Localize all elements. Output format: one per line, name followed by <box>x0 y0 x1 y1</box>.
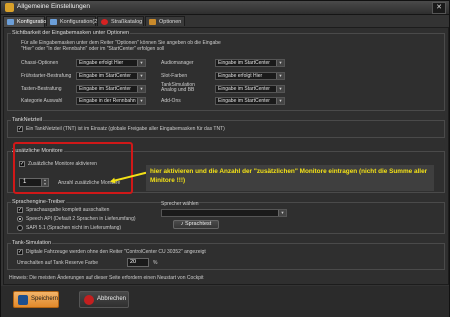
combo-value: Eingabe im StartCenter <box>79 86 131 92</box>
save-button[interactable]: Speichern <box>13 291 59 308</box>
right-combo-1[interactable]: Eingabe erfolgt Hier ▼ <box>215 72 285 80</box>
chevron-down-icon: ▼ <box>278 210 286 216</box>
right-label-3: Add-Ons <box>161 98 181 104</box>
button-label: Sprachtest <box>184 221 212 227</box>
tab-label: Konfiguration(2) <box>60 19 100 25</box>
visibility-description: Für alle Eingabemasken unter dem Reiter … <box>21 40 221 52</box>
tab-strip: Konfiguration Konfiguration(2) Straßkata… <box>3 16 447 27</box>
app-icon <box>5 3 14 12</box>
monitors-checkbox[interactable]: ✓ <box>19 161 25 167</box>
button-label: Speichern <box>31 296 59 302</box>
left-label-2: Tasten-Bestrafung <box>21 86 62 92</box>
tab-strasskatalog[interactable]: Straßkatalog <box>97 16 144 26</box>
spin-value: 1 <box>23 179 27 185</box>
annotation-callout: hier aktivieren und die Anzahl der "zusä… <box>146 165 434 191</box>
tanksim-legend: Tank-Simulation <box>11 240 53 246</box>
tanksim-checkbox-label: Digitale Fahrzeuge werden ohne den Reite… <box>26 249 206 255</box>
left-label-1: Frühstarter-Bestrafung <box>21 73 72 79</box>
right-combo-3[interactable]: Eingabe im StartCenter ▼ <box>215 97 285 105</box>
chevron-down-icon: ▼ <box>276 73 284 79</box>
footer-bar: Speichern Abbrechen <box>1 286 449 317</box>
cancel-icon <box>84 295 94 305</box>
speech-legend: Sprachengine-Treiber <box>11 199 66 205</box>
chevron-down-icon: ▼ <box>276 86 284 92</box>
right-label-1: Slot-Farben <box>161 73 188 79</box>
chevron-down-icon: ▼ <box>137 86 145 92</box>
speaker-label: Sprecher wählen <box>161 201 199 207</box>
combo-value: Eingabe in der Rennbahn <box>79 98 136 104</box>
speech-off-label: Sprachausgabe komplett ausschalten <box>26 207 110 213</box>
tab-optionen[interactable]: Optionen <box>145 16 185 26</box>
title-bar: Allgemeine Einstellungen ✕ <box>1 1 449 15</box>
chevron-down-icon: ▼ <box>137 60 145 66</box>
chevron-down-icon: ▼ <box>276 60 284 66</box>
reserve-unit: % <box>153 260 158 266</box>
right-combo-2[interactable]: Eingabe im StartCenter ▼ <box>215 85 285 93</box>
settings-window: Allgemeine Einstellungen ✕ Konfiguration… <box>0 0 450 317</box>
tab-label: Straßkatalog <box>111 19 143 25</box>
disk-icon <box>18 295 28 305</box>
no-entry-icon <box>101 19 108 25</box>
chevron-down-icon: ▼ <box>137 73 145 79</box>
left-label-3: Kategorie Auswahl <box>21 98 63 104</box>
config-icon <box>7 19 14 25</box>
sapi-label: SAPI 5.1 (Sprachen nicht im Lieferumfang… <box>26 225 122 231</box>
speech-test-button[interactable]: ♪ Sprachtest <box>173 220 219 229</box>
combo-value: Eingabe im StartCenter <box>218 60 270 66</box>
spin-arrows-icon[interactable]: ▲ ▼ <box>41 178 48 186</box>
combo-value: Eingabe im StartCenter <box>79 73 131 79</box>
tnt-checkbox-label: Ein TankNetzteil (TNT) ist im Einsatz (g… <box>26 126 225 132</box>
speech-api-label: Speech API (Default 2 Sprachen in Liefer… <box>26 216 136 222</box>
combo-value: Eingabe im StartCenter <box>218 98 270 104</box>
options-icon <box>149 19 156 25</box>
reserve-input[interactable]: 20 <box>127 258 149 267</box>
combo-value: Eingabe erfolgt Hier <box>79 60 124 66</box>
combo-value: Eingabe erfolgt Hier <box>218 73 263 79</box>
chevron-down-icon: ▼ <box>137 98 145 104</box>
restart-hint: Hinweis: Die meisten Änderungen auf dies… <box>9 275 204 281</box>
config-icon <box>50 19 57 25</box>
chevron-down-icon: ▼ <box>276 98 284 104</box>
right-label-0: Audiomanager <box>161 60 194 66</box>
combo-value: Eingabe im StartCenter <box>218 86 270 92</box>
button-label: Abbrechen <box>97 296 127 302</box>
monitors-checkbox-label: Zusätzliche Monitore aktivieren <box>28 161 97 167</box>
right-label-2: TankSimulation Analog und BB <box>161 82 195 93</box>
speech-off-checkbox[interactable]: ✓ <box>17 207 23 213</box>
sapi-radio[interactable] <box>17 225 23 231</box>
tanknetzteil-legend: TankNetzteil <box>11 117 43 123</box>
left-combo-0[interactable]: Eingabe erfolgt Hier ▼ <box>76 59 146 67</box>
speech-api-radio[interactable] <box>17 216 23 222</box>
tab-label: Konfiguration <box>17 19 50 25</box>
reserve-label: Umschalten auf Tank Reserve Farbe <box>17 260 99 266</box>
tanksim-checkbox[interactable]: ✓ <box>17 249 23 255</box>
tnt-checkbox[interactable]: ✓ <box>17 126 23 132</box>
left-label-0: Chassi-Optionen <box>21 60 59 66</box>
left-combo-1[interactable]: Eingabe im StartCenter ▼ <box>76 72 146 80</box>
close-button[interactable]: ✕ <box>432 2 446 14</box>
visibility-legend: Sichtbarkeit der Eingabemasken unter Opt… <box>11 30 131 36</box>
left-combo-2[interactable]: Eingabe im StartCenter ▼ <box>76 85 146 93</box>
tab-konfiguration-2[interactable]: Konfiguration(2) <box>46 16 100 26</box>
tab-konfiguration[interactable]: Konfiguration <box>3 16 49 27</box>
speaker-select[interactable]: ▼ <box>161 209 287 217</box>
right-combo-0[interactable]: Eingabe im StartCenter ▼ <box>215 59 285 67</box>
window-title: Allgemeine Einstellungen <box>17 3 90 10</box>
left-combo-3[interactable]: Eingabe in der Rennbahn ▼ <box>76 97 146 105</box>
cancel-button[interactable]: Abbrechen <box>79 291 129 308</box>
tab-label: Optionen <box>159 19 182 25</box>
monitor-count-spinner[interactable]: 1 ▲ ▼ <box>19 178 49 187</box>
